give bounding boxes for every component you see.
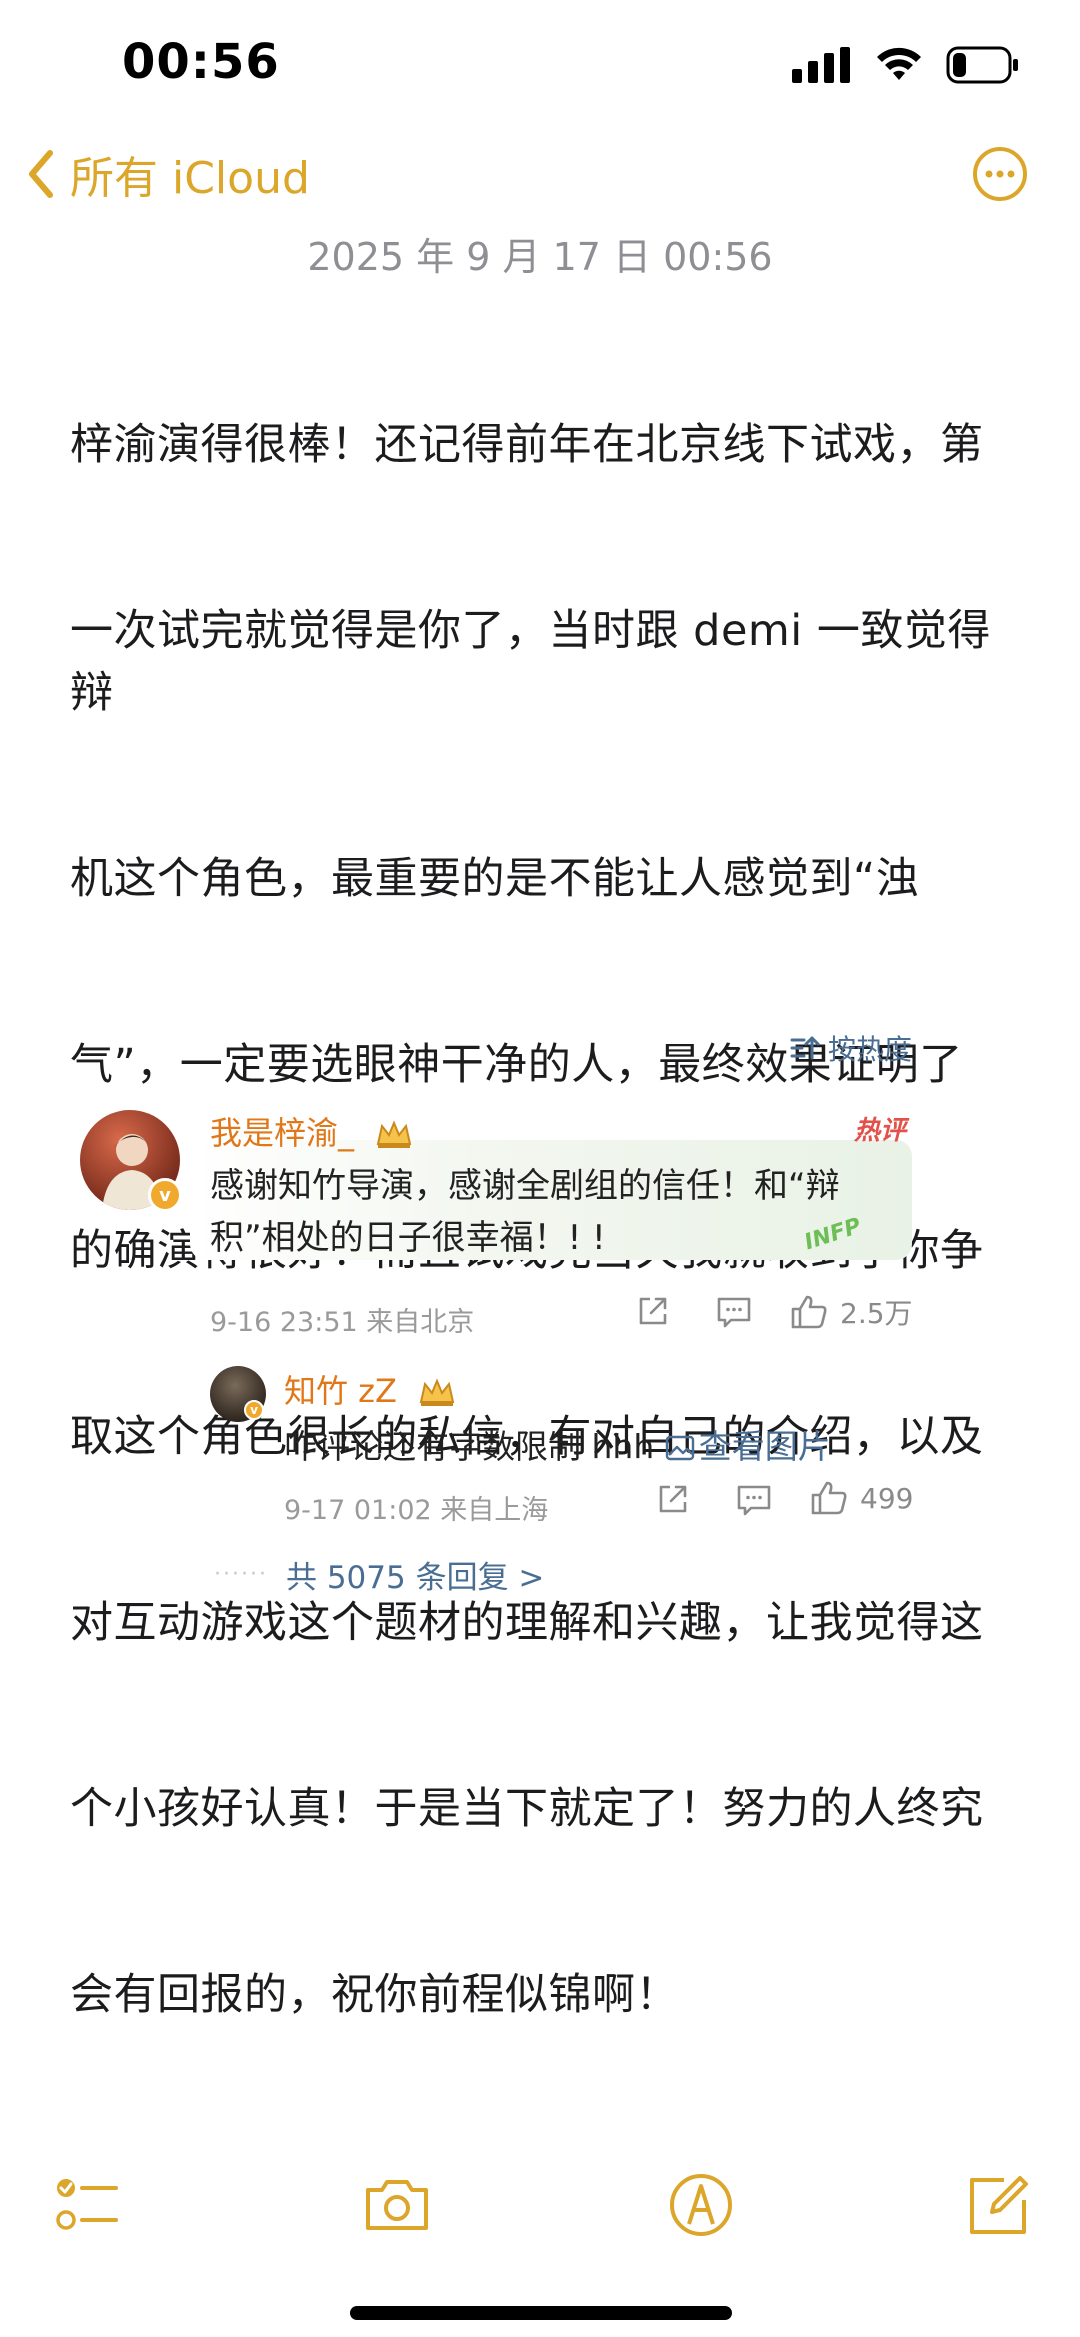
reply-meta: 9-17 01:02 来自上海 (284, 1495, 549, 1526)
camera-icon[interactable] (362, 2170, 432, 2240)
image-icon (665, 1435, 694, 1461)
more-circle-icon[interactable] (972, 146, 1028, 202)
back-button[interactable]: 所有 iCloud (26, 142, 310, 206)
comment-text: 感谢知竹导演，感谢全剧组的信任！和“辩 积”相处的日子很幸福！! ! (210, 1160, 910, 1264)
comment-meta: 9-16 23:51 来自北京 (210, 1307, 475, 1338)
reply-button[interactable] (716, 1296, 752, 1328)
hot-comment-tag: 热评 (854, 1116, 907, 1146)
view-image-link[interactable]: 查看图片 (665, 1427, 831, 1466)
compose-icon[interactable] (964, 2170, 1034, 2240)
sort-icon (790, 1036, 820, 1060)
like-button[interactable]: 499 (810, 1480, 913, 1516)
wifi-icon (877, 47, 921, 80)
battery-icon (946, 46, 1018, 84)
thumbs-up-icon (811, 1481, 847, 1515)
home-indicator[interactable] (350, 2306, 732, 2320)
sort-label: 按热度 (827, 1033, 912, 1066)
comment-author-name: 我是梓渝_ (210, 1114, 355, 1152)
verified-badge-icon: v (244, 1400, 264, 1420)
sort-by-hot-button[interactable]: 按热度 (790, 1028, 912, 1068)
reply-button[interactable] (736, 1484, 772, 1516)
reply-text: 咋评论还有字数限制 hhh 查看图片 (284, 1420, 831, 1468)
note-line: 一次试完就觉得是你了，当时跟 demi 一致觉得辩 (70, 606, 991, 718)
like-count: 499 (860, 1481, 914, 1515)
replies-count-label: 共 5075 条回复 > (285, 1560, 545, 1596)
comment-text-line: 感谢知竹导演，感谢全剧组的信任！和“辩 (210, 1166, 840, 1206)
note-line: 个小孩好认真！于是当下就定了！努力的人终究 (70, 1784, 984, 1834)
note-line: 机这个角色，最重要的是不能让人感觉到“浊 (70, 854, 920, 904)
chevron-left-icon (29, 150, 53, 198)
view-image-label: 查看图片 (698, 1427, 831, 1466)
status-icons (792, 42, 1020, 88)
markup-pen-icon[interactable] (666, 2170, 736, 2240)
comment-author[interactable]: 我是梓渝_ (210, 1108, 414, 1154)
back-label: 所有 iCloud (70, 153, 310, 204)
share-button[interactable] (636, 1294, 670, 1328)
signal-icon (792, 47, 850, 83)
like-count: 2.5万 (840, 1297, 913, 1330)
reply-author-name: 知竹 zZ (284, 1372, 397, 1410)
note-line: 对互动游戏这个题材的理解和兴趣，让我觉得这 (70, 1598, 984, 1648)
checklist-icon[interactable] (52, 2170, 122, 2240)
note-line: 梓渝演得很棒！还记得前年在北京线下试戏，第 (70, 420, 984, 470)
reply-text-body: 咋评论还有字数限制 hhh (284, 1427, 665, 1466)
comment-icon (737, 1485, 771, 1516)
share-button[interactable] (656, 1482, 690, 1516)
crown-badge-icon (376, 1120, 412, 1148)
crown-badge-icon (419, 1378, 455, 1406)
thumbs-up-icon (791, 1295, 827, 1329)
view-all-replies-link[interactable]: ······ 共 5075 条回复 > (214, 1552, 544, 1597)
divider-dots: ······ (214, 1562, 268, 1587)
verified-badge-icon: v (148, 1178, 182, 1212)
share-icon (659, 1485, 687, 1513)
status-time: 00:56 (122, 34, 280, 90)
share-icon (639, 1297, 667, 1325)
note-date: 2025 年 9 月 17 日 00:56 (307, 235, 773, 279)
like-button[interactable]: 2.5万 (790, 1292, 913, 1332)
reply-author[interactable]: 知竹 zZ (284, 1366, 457, 1412)
comment-icon (717, 1297, 751, 1328)
note-line: 会有回报的，祝你前程似锦啊！ (70, 1970, 679, 2020)
